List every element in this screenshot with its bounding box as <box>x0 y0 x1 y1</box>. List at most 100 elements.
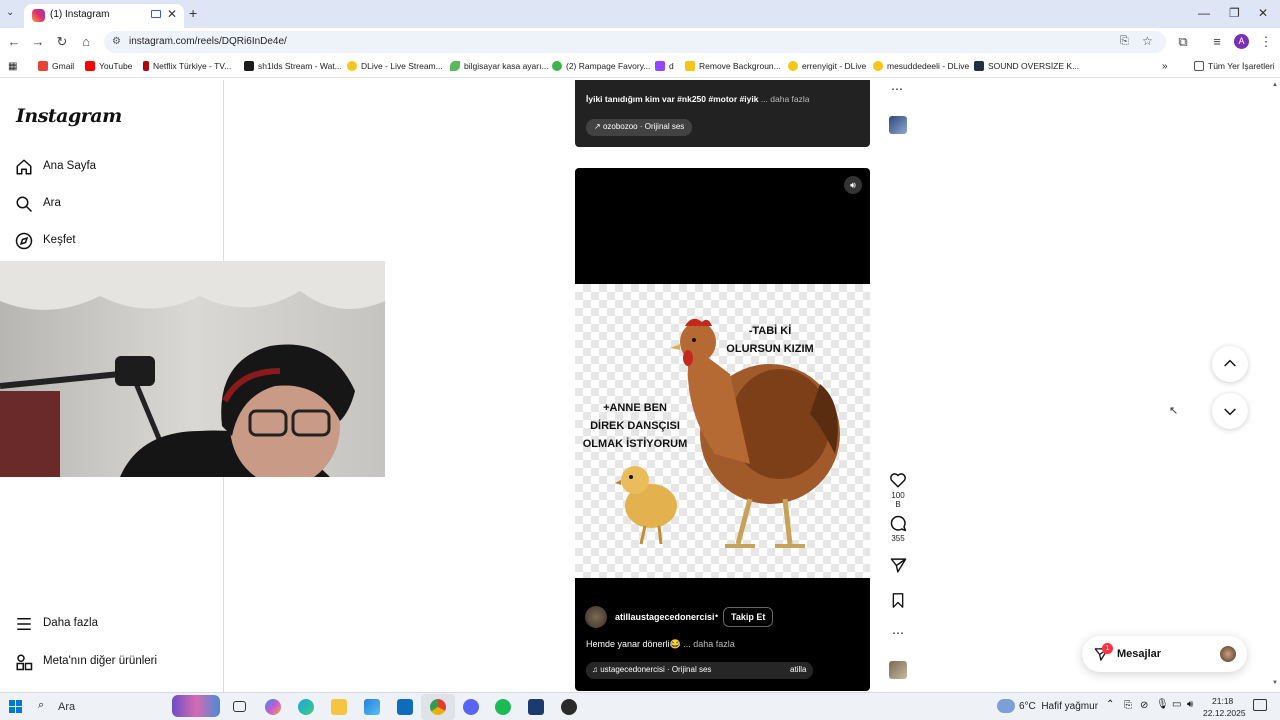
prev-reel-audio[interactable]: ↗ ozobozoo · Orijinal ses <box>586 119 693 136</box>
address-bar[interactable]: ⚙ instagram.com/reels/DQRi6InDe4e/ ⎘ ☆ <box>104 31 1166 53</box>
browser-menu-icon[interactable]: ⋮ <box>1258 34 1274 50</box>
extensions-icon[interactable]: ⧉ <box>1175 34 1191 50</box>
bookmark-label: Remove Backgroun... <box>699 61 781 71</box>
reload-button[interactable]: ↻ <box>54 34 70 50</box>
bookmark-kick[interactable]: sh1lds Stream - Wat... <box>244 61 342 71</box>
more-options-icon[interactable]: ⋯ <box>888 626 908 640</box>
forward-button[interactable]: → <box>30 34 46 50</box>
site-info-icon[interactable]: ⚙ <box>112 36 121 47</box>
bookmark-netflix[interactable]: Netflix Türkiye - TV... <box>143 61 231 71</box>
tray-app-icon[interactable]: ⎘ <box>1124 700 1132 711</box>
taskbar-search[interactable]: ⌕ Ara <box>32 695 222 717</box>
spotify-icon[interactable] <box>495 699 511 715</box>
bookmark-gmail[interactable]: Gmail <box>38 61 74 71</box>
bookmark-label: SOUND OVERSİZE K... <box>988 61 1080 71</box>
discord-icon[interactable] <box>463 699 479 715</box>
more-bookmarks-icon[interactable]: » <box>1162 61 1168 72</box>
bookmark-errenyigit[interactable]: errenyigit - DLive <box>788 61 866 71</box>
edge-icon[interactable] <box>298 699 314 715</box>
nav-meta-products[interactable]: Meta'nın diğer ürünleri <box>15 651 215 675</box>
home-button[interactable]: ⌂ <box>78 34 94 50</box>
file-explorer-icon[interactable] <box>331 699 347 715</box>
nav-search[interactable]: Ara <box>15 193 215 217</box>
back-button[interactable]: ← <box>6 34 22 50</box>
network-icon[interactable]: ▭ <box>1172 699 1181 710</box>
close-window-button[interactable]: ✕ <box>1258 6 1268 20</box>
follow-button[interactable]: Takip Et <box>723 607 774 627</box>
bookmark-youtube[interactable]: YouTube <box>85 61 132 71</box>
new-tab-button[interactable]: + <box>189 5 197 21</box>
apps-grid-icon[interactable]: ▦ <box>8 61 17 72</box>
media-control-icon[interactable]: ≡ <box>1209 34 1225 50</box>
author-avatar[interactable] <box>585 606 607 628</box>
prev-reel-audio-thumb[interactable] <box>889 116 907 134</box>
task-view-icon[interactable] <box>233 701 246 712</box>
kick-icon <box>244 61 254 71</box>
share-button[interactable] <box>888 557 908 574</box>
active-app-indicator <box>421 694 455 720</box>
messages-badge: 1 <box>1102 643 1113 654</box>
like-button[interactable]: 100 B <box>888 471 908 509</box>
save-button[interactable] <box>888 592 908 609</box>
notifications-icon[interactable] <box>1253 699 1267 711</box>
chick-image <box>615 466 677 545</box>
volume-icon[interactable]: 🔊︎ <box>1187 699 1193 710</box>
music-note-icon: ♫ <box>592 665 598 674</box>
weather-text[interactable]: 6°C Hafif yağmur <box>1019 701 1098 712</box>
reel-audio-thumb[interactable] <box>889 661 907 679</box>
taskbar-time[interactable]: 21:18 <box>1212 696 1233 706</box>
instagram-logo[interactable]: Instagram <box>16 105 122 127</box>
bookmark-dlive[interactable]: DLive - Live Stream... <box>347 61 443 71</box>
store-icon[interactable] <box>364 699 380 715</box>
bookmark-kasa[interactable]: bilgisayar kasa ayarı... <box>450 61 549 71</box>
scroll-up-arrow-icon[interactable]: ▲ <box>1272 82 1278 88</box>
nav-home[interactable]: Ana Sayfa <box>15 156 215 180</box>
tray-app-icon-2[interactable]: ⊘ <box>1140 700 1148 711</box>
steam-icon[interactable] <box>528 699 544 715</box>
copilot-icon[interactable] <box>265 699 281 715</box>
bookmark-rampage[interactable]: (2) Rampage Favory... <box>552 61 650 71</box>
reel-audio[interactable]: ♫ ustagecedonercisi · Orijinal ses atill… <box>586 662 813 679</box>
previous-reel-button[interactable] <box>1212 346 1248 382</box>
meta-apps-icon <box>16 654 33 671</box>
microphone-icon[interactable]: 🎙︎ <box>1156 699 1169 710</box>
install-app-icon[interactable]: ⎘ <box>1120 35 1129 48</box>
home-icon <box>16 159 32 175</box>
bookmark-removebg[interactable]: Remove Backgroun... <box>685 61 781 71</box>
dlive-icon <box>873 61 883 71</box>
tray-overflow-icon[interactable]: ⌃ <box>1106 699 1114 710</box>
mute-toggle[interactable]: 🔊︎ <box>844 176 862 194</box>
author-username[interactable]: atillaustagecedonercisi <box>615 612 715 622</box>
scroll-down-arrow-icon[interactable]: ▼ <box>1272 680 1278 686</box>
tab-list-button[interactable]: ⌄ <box>6 7 14 18</box>
next-reel-button[interactable] <box>1212 393 1248 429</box>
reel-video[interactable]: -TABİ Kİ OLURSUN KIZIM +ANNE BEN DİREK D… <box>575 284 870 578</box>
messages-button[interactable]: 1 Mesajlar <box>1082 636 1247 672</box>
weather-icon[interactable] <box>997 699 1015 713</box>
prev-reel-more-options-icon[interactable]: ⋯ <box>891 82 903 96</box>
comment-icon <box>890 515 907 532</box>
profile-avatar[interactable]: A <box>1234 34 1249 49</box>
reel-caption-more[interactable]: ... daha fazla <box>683 639 735 649</box>
bookmark-d[interactable]: d <box>655 61 674 71</box>
prev-reel-audio-label: ozobozoo · Orijinal ses <box>602 122 685 131</box>
close-tab-icon[interactable]: ✕ <box>167 7 177 21</box>
windows-start-icon[interactable] <box>9 700 22 713</box>
maximize-button[interactable]: ❐ <box>1229 6 1240 20</box>
outlook-icon[interactable] <box>397 699 413 715</box>
taskbar-date[interactable]: 22.12.2025 <box>1203 708 1246 718</box>
nav-more[interactable]: Daha fazla <box>15 613 215 637</box>
bookmark-mesuddedeeli[interactable]: mesuddedeeli - DLive <box>873 61 969 71</box>
bookmark-star-icon[interactable]: ☆ <box>1142 34 1153 48</box>
prev-reel-more[interactable]: ... daha fazla <box>761 94 810 104</box>
nav-explore[interactable]: Keşfet <box>15 230 215 254</box>
all-bookmarks[interactable]: Tüm Yer İşaretleri <box>1194 61 1275 71</box>
bookmark-sound[interactable]: SOUND OVERSİZE K... <box>974 61 1079 71</box>
comment-button[interactable]: 355 <box>888 514 908 543</box>
current-reel[interactable]: 🔊︎ -TABİ Kİ OLURSUN KIZIM +ANNE BEN DİRE… <box>575 168 870 691</box>
previous-reel[interactable]: İyiki tanıdığım kim var #nk250 #motor #i… <box>575 80 870 147</box>
tab-instagram[interactable]: (1) Instagram ✕ <box>24 4 184 28</box>
page-scrollbar[interactable]: ▲ ▼ <box>1272 82 1278 690</box>
minimize-button[interactable]: — <box>1198 6 1210 20</box>
obs-icon[interactable] <box>561 699 577 715</box>
